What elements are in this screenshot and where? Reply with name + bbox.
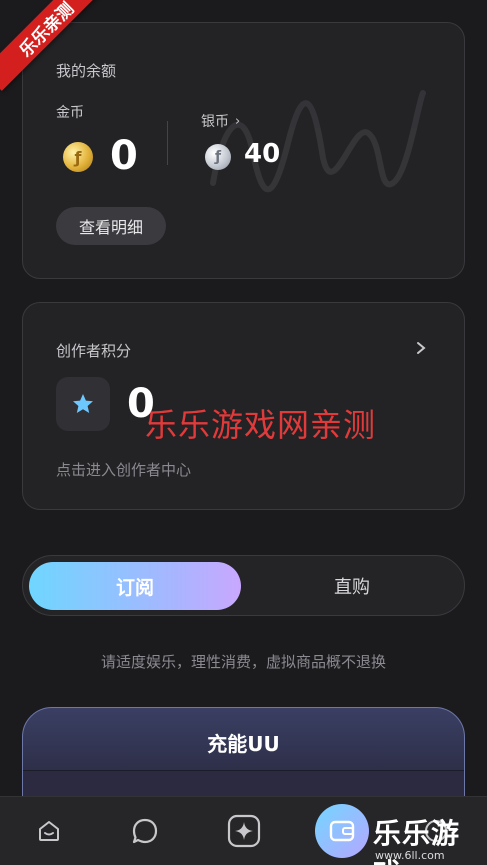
home-icon <box>39 821 59 841</box>
silver-coin-icon: ƒ <box>205 144 231 170</box>
chat-icon <box>132 818 158 844</box>
purchase-mode-toggle: 订阅 直购 <box>22 555 465 616</box>
creator-title: 创作者积分 <box>56 342 132 360</box>
wallet-icon <box>329 820 355 842</box>
view-details-button[interactable]: 查看明细 <box>56 207 166 245</box>
site-watermark-text: 乐乐游戏网亲测 <box>145 406 377 444</box>
silver-coin-value: 40 <box>244 139 281 169</box>
chevron-right-icon: › <box>235 113 241 129</box>
brand-url: www.6ll.com <box>375 849 445 862</box>
nav-home[interactable] <box>33 815 65 847</box>
creator-center-link[interactable]: 点击进入创作者中心 <box>56 459 191 480</box>
divider <box>167 121 168 165</box>
consumption-notice: 请适度娱乐，理性消费，虚拟商品概不退换 <box>100 653 386 671</box>
signature-watermark <box>210 90 426 193</box>
chevron-right-icon <box>417 342 426 354</box>
star-icon-box <box>56 377 110 431</box>
silver-coin-link[interactable]: 银币 › <box>201 111 240 131</box>
balance-title: 我的余额 <box>56 62 117 80</box>
nav-wallet[interactable] <box>315 804 369 858</box>
star-icon <box>73 394 93 413</box>
nav-create[interactable] <box>226 813 262 849</box>
sparkle-icon <box>227 814 261 848</box>
gold-coin-label: 金币 <box>56 105 84 121</box>
tab-subscribe[interactable]: 订阅 <box>29 562 241 610</box>
recharge-title: 充能UU <box>207 732 280 756</box>
balance-card: 我的余额 金币 ƒ 0 银币 › ƒ 40 查看明细 <box>22 22 465 279</box>
nav-chat[interactable] <box>129 815 161 847</box>
gold-coin-value: 0 <box>110 133 138 179</box>
tab-direct-buy[interactable]: 直购 <box>245 562 459 610</box>
silver-coin-label: 银币 <box>201 114 229 130</box>
gold-coin-icon: ƒ <box>63 142 93 172</box>
